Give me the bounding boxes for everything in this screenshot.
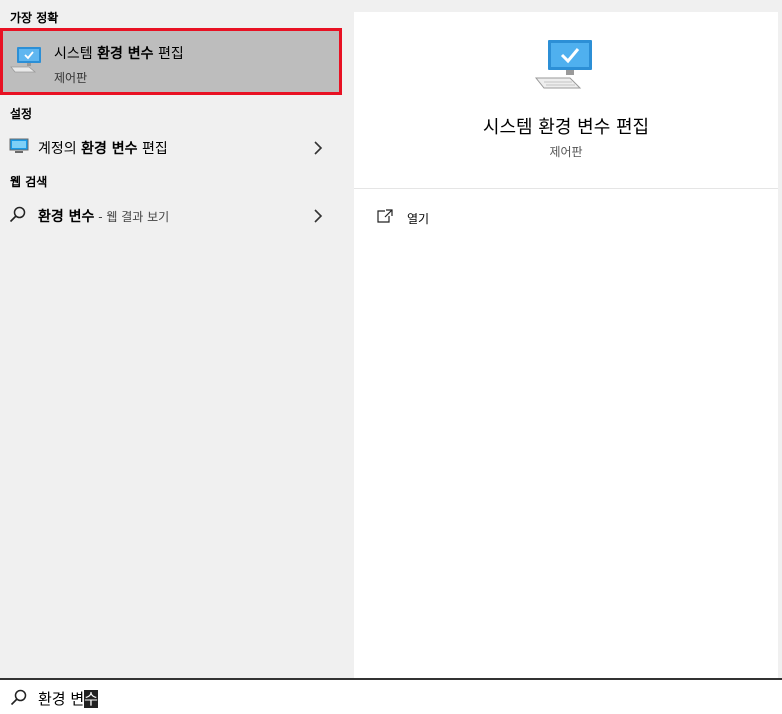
search-icon: [10, 689, 28, 711]
open-action-label: 열기: [407, 212, 430, 226]
search-query-composing: 수: [84, 690, 98, 708]
search-bar[interactable]: 환경 변수: [0, 678, 782, 714]
best-match-header: 가장 정확: [10, 11, 59, 25]
best-match-title-pre: 시스템: [54, 46, 98, 62]
pc-monitor-icon: [534, 38, 598, 98]
detail-panel: 시스템 환경 변수 편집 제어판 열기: [354, 12, 778, 678]
web-search-label-suffix: - 웹 결과 보기: [94, 210, 170, 224]
settings-item-label-bold: 환경 변수: [81, 141, 138, 157]
best-match-title-bold: 환경 변수: [97, 46, 154, 62]
search-icon: [9, 206, 27, 228]
settings-item-label-post: 편집: [137, 141, 168, 157]
detail-subtitle: 제어판: [549, 145, 583, 159]
best-match-title: 시스템 환경 변수 편집: [54, 43, 184, 63]
best-match-subtitle: 제어판: [54, 71, 88, 85]
best-match-title-post: 편집: [153, 46, 184, 62]
web-search-header: 웹 검색: [10, 175, 48, 189]
search-input[interactable]: 환경 변수: [38, 688, 98, 709]
results-panel: 가장 정확 시스템 환경 변수 편집 제어판 설정 계정의 환경 변수 편집 웹…: [0, 0, 342, 678]
open-icon: [376, 208, 394, 228]
settings-header: 설정: [10, 107, 33, 121]
settings-item-account-env-vars[interactable]: 계정의 환경 변수 편집: [0, 130, 342, 162]
open-action[interactable]: 열기: [376, 208, 576, 228]
panel-gap: [342, 0, 354, 678]
web-search-label-bold: 환경 변수: [38, 209, 95, 225]
settings-monitor-icon: [9, 138, 29, 158]
web-search-item[interactable]: 환경 변수 - 웹 결과 보기: [0, 198, 342, 230]
chevron-right-icon[interactable]: [313, 208, 323, 227]
detail-title: 시스템 환경 변수 편집: [482, 117, 650, 138]
detail-divider: [354, 188, 778, 189]
pc-monitor-icon: [9, 45, 45, 79]
settings-item-label-pre: 계정의: [38, 141, 82, 157]
best-match-item[interactable]: 시스템 환경 변수 편집 제어판: [0, 28, 342, 95]
settings-item-label: 계정의 환경 변수 편집: [38, 138, 168, 158]
chevron-right-icon[interactable]: [313, 140, 323, 159]
search-query-typed: 환경 변: [38, 690, 85, 708]
web-search-label: 환경 변수 - 웹 결과 보기: [38, 206, 169, 226]
